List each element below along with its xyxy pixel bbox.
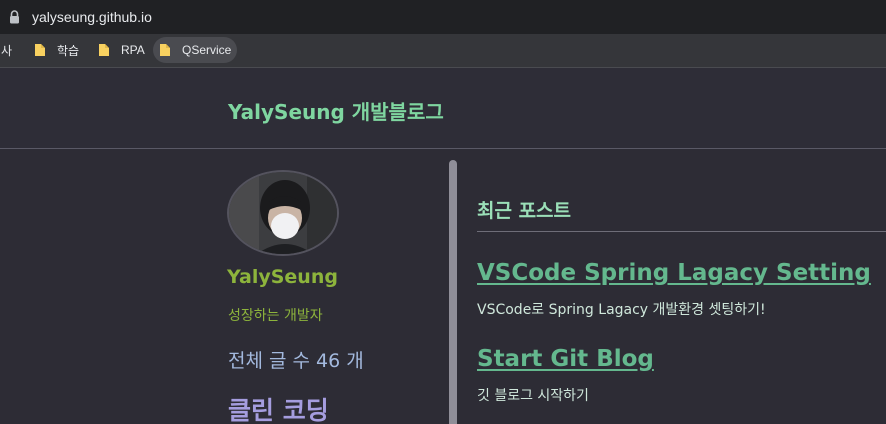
screen: yalyseung.github.io 회사 학습 RPA QServ: [0, 0, 886, 424]
section-divider: [477, 231, 886, 232]
lock-icon[interactable]: [9, 10, 20, 24]
bookmark-label: RPA: [121, 43, 145, 57]
bookmark-folder-icon: [35, 44, 45, 56]
post-excerpt: 깃 블로그 시작하기: [477, 388, 589, 404]
address-bar[interactable]: yalyseung.github.io: [0, 0, 886, 34]
bookmark-folder-icon: [160, 44, 170, 56]
bookmark-company[interactable]: 회사: [0, 37, 12, 63]
post-title-link[interactable]: Start Git Blog: [477, 346, 654, 372]
sidebar-scrollbar[interactable]: [449, 160, 457, 424]
post-excerpt: VSCode로 Spring Lagacy 개발환경 셋팅하기!: [477, 302, 766, 318]
bookmark-label: QService: [182, 43, 232, 57]
author-bio: 성장하는 개발자: [228, 308, 323, 324]
avatar-photo: [229, 172, 337, 254]
bookmark-folder-icon: [99, 44, 109, 56]
recent-posts-title: 최근 포스트: [477, 200, 572, 222]
bookmarks-bar: 회사 학습 RPA QService: [0, 34, 886, 68]
author-name: YalySeung: [227, 266, 338, 288]
site-title-link[interactable]: YalySeung 개발블로그: [228, 96, 444, 125]
post-count: 전체 글 수 46 개: [228, 350, 364, 372]
bookmark-rpa[interactable]: RPA: [98, 37, 145, 63]
bookmark-label: 학습: [57, 43, 80, 58]
bookmark-label: 회사: [0, 43, 13, 58]
site-header: YalySeung 개발블로그: [0, 68, 886, 149]
bookmark-study[interactable]: 학습: [34, 37, 79, 63]
category-title[interactable]: 클린 코딩: [228, 391, 329, 424]
url-text[interactable]: yalyseung.github.io: [32, 8, 152, 26]
post-title-link[interactable]: VSCode Spring Lagacy Setting: [477, 260, 871, 286]
author-avatar[interactable]: [227, 170, 339, 256]
bookmark-qservice[interactable]: QService: [153, 37, 238, 63]
